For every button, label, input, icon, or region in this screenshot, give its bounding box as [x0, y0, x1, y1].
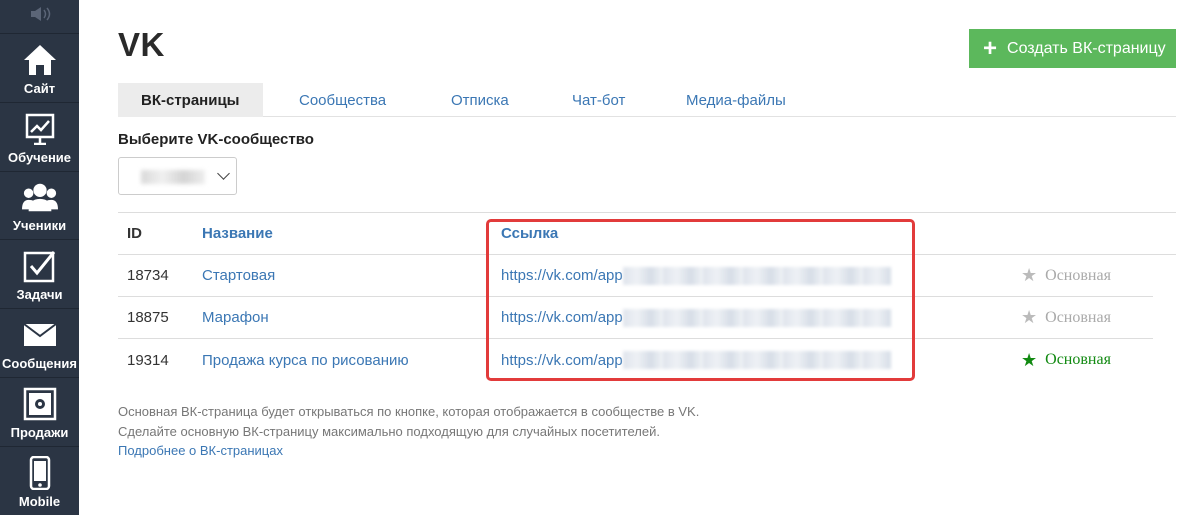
safe-icon — [22, 386, 58, 422]
sidebar-item-label: Сайт — [23, 80, 56, 96]
main-content: VK + Создать ВК-страницу ВК-страницы Соо… — [79, 0, 1199, 515]
row-name-link[interactable]: Стартовая — [202, 255, 275, 296]
tab-communities[interactable]: Сообщества — [299, 83, 386, 117]
main-label: Основная — [1045, 351, 1111, 368]
main-page-indicator[interactable]: ★ Основная — [1021, 339, 1111, 381]
table-row: 18734 Стартовая https://vk.com/app ★ Осн… — [118, 255, 1153, 297]
column-header-name: Название — [202, 225, 273, 242]
sidebar-item-tasks[interactable]: Задачи — [0, 240, 79, 310]
community-select-value-redacted — [141, 170, 205, 184]
tab-unsubscribe[interactable]: Отписка — [451, 83, 509, 117]
column-header-id: ID — [127, 225, 142, 242]
redacted-url — [622, 308, 891, 327]
table-row: 19314 Продажа курса по рисованию https:/… — [118, 339, 1153, 381]
table-row: 18875 Марафон https://vk.com/app ★ Основ… — [118, 297, 1153, 339]
redacted-url — [622, 266, 891, 285]
create-vk-page-label: Создать ВК-страницу — [1007, 39, 1166, 57]
page-title: VK — [118, 26, 165, 63]
row-id: 19314 — [127, 351, 169, 369]
row-vk-link[interactable]: https://vk.com/app — [501, 339, 891, 381]
set-main-toggle[interactable]: ★ Основная — [1021, 255, 1111, 296]
row-id: 18734 — [127, 267, 169, 284]
star-icon: ★ — [1021, 307, 1038, 328]
row-vk-link[interactable]: https://vk.com/app — [501, 297, 891, 338]
sidebar-item-learning[interactable]: Обучение — [0, 103, 79, 172]
sidebar-item-label: Mobile — [18, 493, 61, 509]
help-note: Основная ВК-страница будет открываться п… — [118, 402, 699, 461]
row-id: 18875 — [127, 309, 169, 326]
tab-bar: ВК-страницы Сообщества Отписка Чат-бот М… — [118, 83, 1176, 117]
checkbox-icon — [22, 248, 58, 284]
plus-icon: + — [983, 34, 998, 62]
row-vk-link[interactable]: https://vk.com/app — [501, 255, 891, 296]
sidebar-item-site[interactable]: Сайт — [0, 34, 79, 103]
row-name-link[interactable]: Продажа курса по рисованию — [202, 339, 409, 381]
column-header-link: Ссылка — [501, 225, 559, 242]
main-label: Основная — [1045, 308, 1111, 326]
sidebar-item-label: Ученики — [12, 218, 67, 234]
community-select-label: Выберите VK-сообщество — [118, 131, 314, 148]
set-main-toggle[interactable]: ★ Основная — [1021, 297, 1111, 338]
sidebar-top[interactable] — [0, 0, 79, 34]
sidebar-item-label: Задачи — [16, 287, 63, 303]
help-note-line-2: Сделайте основную ВК-страницу максимальн… — [118, 423, 660, 439]
redacted-url — [622, 351, 891, 369]
tab-chatbot[interactable]: Чат-бот — [572, 83, 625, 117]
row-vk-link-text: https://vk.com/app — [501, 309, 623, 326]
sidebar-item-messages[interactable]: Сообщения — [0, 309, 79, 378]
speaker-icon — [29, 7, 51, 26]
help-note-line-1: Основная ВК-страница будет открываться п… — [118, 404, 700, 419]
phone-icon — [22, 455, 58, 491]
sidebar: Сайт Обучение Ученики Задачи Сообщения П… — [0, 0, 79, 515]
chevron-down-icon — [217, 167, 230, 180]
sidebar-item-sales[interactable]: Продажи — [0, 378, 79, 447]
main-label: Основная — [1045, 266, 1111, 284]
star-icon: ★ — [1021, 265, 1038, 286]
tab-media-files[interactable]: Медиа-файлы — [686, 83, 786, 117]
house-icon — [22, 42, 58, 78]
vk-pages-table: ID Название Ссылка 18734 Стартовая https… — [118, 212, 1176, 381]
row-name-link[interactable]: Марафон — [202, 297, 269, 338]
sidebar-item-mobile[interactable]: Mobile — [0, 447, 79, 515]
learn-more-link[interactable]: Подробнее о ВК-страницах — [118, 443, 283, 458]
sidebar-item-label: Обучение — [7, 149, 72, 165]
envelope-icon — [22, 317, 58, 353]
create-vk-page-button[interactable]: + Создать ВК-страницу — [969, 29, 1176, 68]
tab-vk-pages[interactable]: ВК-страницы — [118, 83, 263, 117]
row-vk-link-text: https://vk.com/app — [501, 351, 623, 369]
sidebar-item-label: Сообщения — [2, 355, 77, 371]
sidebar-item-students[interactable]: Ученики — [0, 172, 79, 241]
star-icon: ★ — [1021, 349, 1038, 371]
table-header: ID Название Ссылка — [118, 212, 1176, 255]
community-select[interactable] — [118, 157, 237, 195]
chart-board-icon — [22, 111, 58, 147]
row-vk-link-text: https://vk.com/app — [501, 267, 623, 284]
sidebar-item-label: Продажи — [10, 424, 69, 440]
users-icon — [21, 179, 58, 215]
